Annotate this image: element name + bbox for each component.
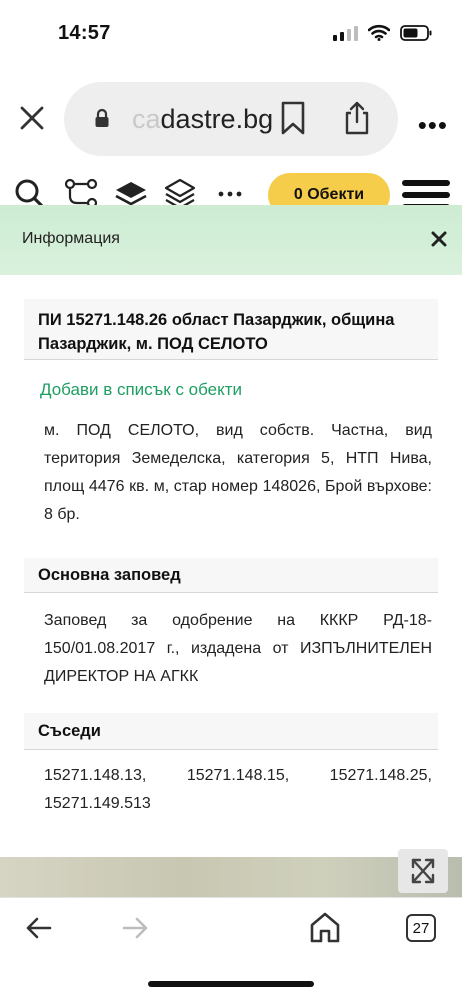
close-panel-icon[interactable] bbox=[430, 230, 448, 248]
fullscreen-button[interactable] bbox=[398, 849, 448, 893]
forward-arrow-icon[interactable] bbox=[120, 914, 150, 942]
cellular-signal-icon bbox=[333, 25, 358, 41]
share-icon[interactable] bbox=[342, 100, 372, 136]
neighbors-heading: Съседи bbox=[38, 722, 101, 740]
map-view[interactable] bbox=[0, 857, 462, 897]
url-bar[interactable]: cadastre.bg bbox=[64, 82, 398, 156]
add-to-list-link[interactable]: Добави в списък с обекти bbox=[40, 380, 242, 400]
lock-icon bbox=[95, 108, 109, 127]
info-header-title: Информация bbox=[22, 230, 120, 247]
bookmark-icon[interactable] bbox=[278, 100, 308, 136]
url-text: cadastre.bg bbox=[132, 104, 273, 135]
order-text: Заповед за одобрение на КККР РД-18-150/0… bbox=[44, 612, 432, 685]
tabs-button[interactable]: 27 bbox=[406, 914, 436, 942]
wifi-icon bbox=[368, 24, 390, 41]
url-domain-text: dastre.bg bbox=[160, 104, 274, 134]
battery-icon bbox=[400, 24, 432, 41]
home-indicator bbox=[148, 981, 314, 987]
neighbors-text: 15271.148.13, 15271.148.15, 15271.148.25… bbox=[44, 767, 432, 812]
more-options-button[interactable]: ••• bbox=[418, 110, 448, 141]
close-icon[interactable] bbox=[18, 104, 46, 132]
parcel-description: м. ПОД СЕЛОТО, вид собств. Частна, вид т… bbox=[44, 422, 432, 523]
home-icon[interactable] bbox=[308, 910, 342, 944]
status-time: 14:57 bbox=[58, 22, 111, 44]
parcel-title: ПИ 15271.148.26 област Пазарджик, община… bbox=[38, 311, 395, 353]
order-heading: Основна заповед bbox=[38, 566, 181, 584]
url-faded-text: ca bbox=[132, 104, 161, 134]
status-icons bbox=[333, 24, 432, 41]
back-arrow-icon[interactable] bbox=[24, 914, 54, 942]
fullscreen-icon bbox=[411, 858, 435, 884]
